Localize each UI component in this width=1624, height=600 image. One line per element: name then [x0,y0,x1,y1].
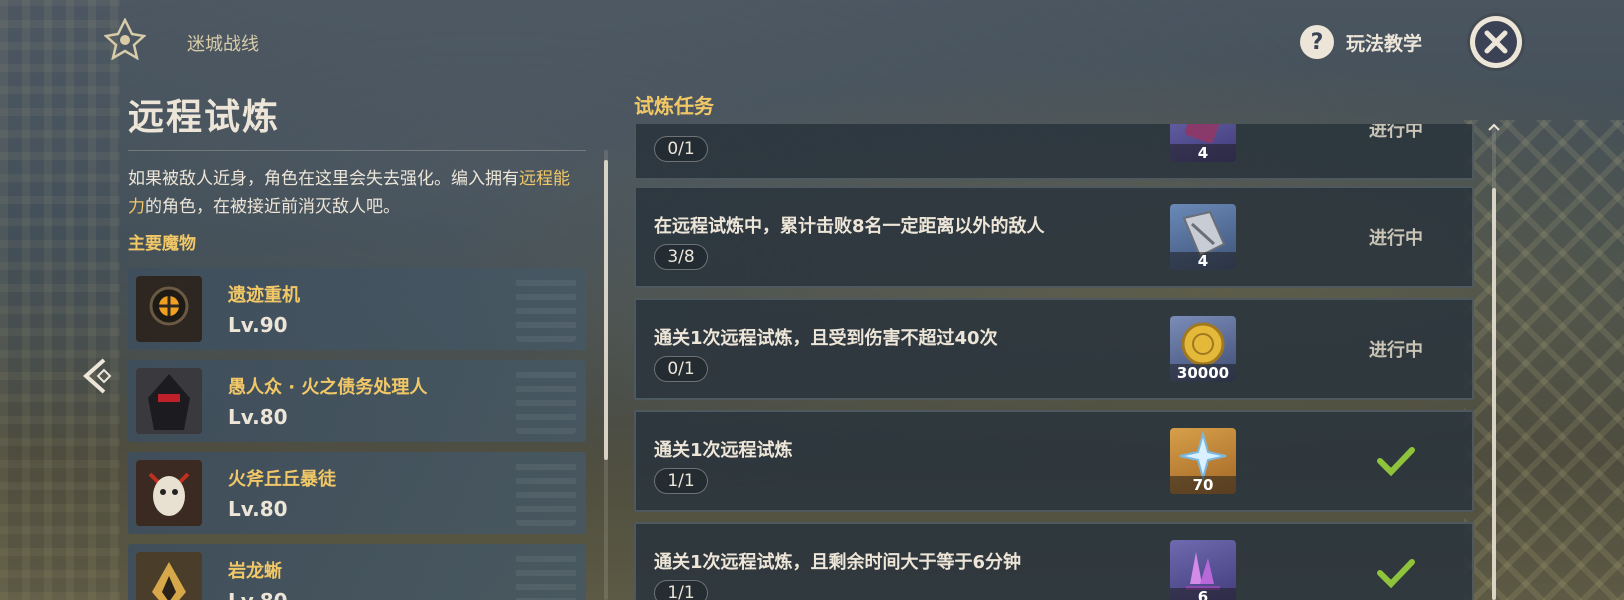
sword-enhancement-ore-icon[interactable]: 4 [1170,204,1236,270]
event-emblem-icon [104,18,146,60]
scroll-up-icon[interactable] [1488,116,1500,131]
task-description: 通关1次远程试炼，且受到伤害不超过40次 [654,328,998,349]
main-enemies-label: 主要魔物 [128,234,196,254]
enemy-list: 遗迹重机 Lv.90 愚人众 · 火之债务处理人 Lv.80 火斧丘丘暴徒 Lv… [128,268,586,600]
reward-count: 4 [1170,144,1236,162]
completed-check-icon [1316,524,1474,600]
description-text: 如果被敌人近身，角色在这里会失去强化。编入拥有 [128,169,519,189]
enemy-card[interactable]: 愚人众 · 火之债务处理人 Lv.80 [128,360,586,442]
task-progress: 3/8 [654,244,708,270]
tasks-title: 试炼任务 [634,94,714,118]
crystal-chunk-icon[interactable]: 6 [1170,540,1236,600]
enemy-level: Lv.80 [228,405,288,429]
close-icon [1475,21,1517,63]
enemy-name: 火斧丘丘暴徒 [228,469,336,490]
task-list-scrollbar[interactable] [1492,188,1496,600]
enemy-card[interactable]: 火斧丘丘暴徒 Lv.80 [128,452,586,534]
reward-count: 4 [1170,252,1236,270]
challenge-title: 远程试炼 [128,88,586,151]
description-text-end: 的角色，在被接近前消灭敌人吧。 [145,197,400,217]
task-progress: 1/1 [654,580,708,600]
enemy-card[interactable]: 遗迹重机 Lv.90 [128,268,586,350]
mora-coin-icon[interactable]: 30000 [1170,316,1236,382]
tutorial-label: 玩法教学 [1346,32,1423,55]
challenge-info-panel: 远程试炼 如果被敌人近身，角色在这里会失去强化。编入拥有远程能力的角色，在被接近… [128,88,588,600]
enemy-list-scrollbar[interactable] [604,160,608,460]
enemy-level: Lv.80 [228,497,288,521]
background-pattern-left [0,0,120,600]
pyro-axe-mitachurl-portrait-icon [136,460,202,526]
question-icon: ? [1300,25,1334,59]
tutorial-button[interactable]: ? 玩法教学 [1300,24,1422,60]
challenge-description: 如果被敌人近身，角色在这里会失去强化。编入拥有远程能力的角色，在被接近前消灭敌人… [128,165,578,221]
task-list: 0/1 4 进行中 在远程试炼中，累计击败8名一定距离以外的敌人 3/8 4 进… [634,124,1474,600]
reward-count: 6 [1170,588,1236,600]
task-status: 进行中 [1369,340,1423,361]
enemy-name: 愚人众 · 火之债务处理人 [228,377,428,398]
ruin-grader-portrait-icon [136,276,202,342]
task-description: 在远程试炼中，累计击败8名一定距离以外的敌人 [654,216,1045,237]
enemy-level: Lv.80 [228,589,288,600]
geovishap-portrait-icon [136,552,202,600]
task-progress: 0/1 [654,356,708,382]
task-row: 通关1次远程试炼 1/1 70 [634,410,1474,512]
event-title: 迷城战线 [187,34,259,55]
task-progress: 1/1 [654,468,708,494]
reward-count: 30000 [1170,364,1236,382]
purple-material-icon[interactable]: 4 [1170,124,1236,162]
close-button[interactable] [1470,16,1522,68]
chevron-left-icon[interactable] [80,356,114,396]
task-status: 进行中 [1369,228,1423,249]
completed-check-icon [1316,412,1474,510]
enemy-name: 遗迹重机 [228,285,300,306]
enemy-card[interactable]: 岩龙蜥 Lv.80 [128,544,586,600]
enemy-name: 岩龙蜥 [228,561,282,582]
primogem-icon[interactable]: 70 [1170,428,1236,494]
fatui-debt-collector-portrait-icon [136,368,202,434]
task-row: 在远程试炼中，累计击败8名一定距离以外的敌人 3/8 4 进行中 [634,186,1474,288]
task-row: 通关1次远程试炼，且剩余时间大于等于6分钟 1/1 6 [634,522,1474,600]
enemy-level: Lv.90 [228,313,288,337]
task-row: 通关1次远程试炼，且受到伤害不超过40次 0/1 30000 进行中 [634,298,1474,400]
task-progress: 0/1 [654,136,708,162]
task-description: 通关1次远程试炼，且剩余时间大于等于6分钟 [654,552,1022,573]
background-pattern-right [1464,120,1624,600]
reward-count: 70 [1170,476,1236,494]
task-row: 0/1 4 进行中 [634,124,1474,180]
task-description: 通关1次远程试炼 [654,440,793,461]
task-status: 进行中 [1369,124,1423,141]
